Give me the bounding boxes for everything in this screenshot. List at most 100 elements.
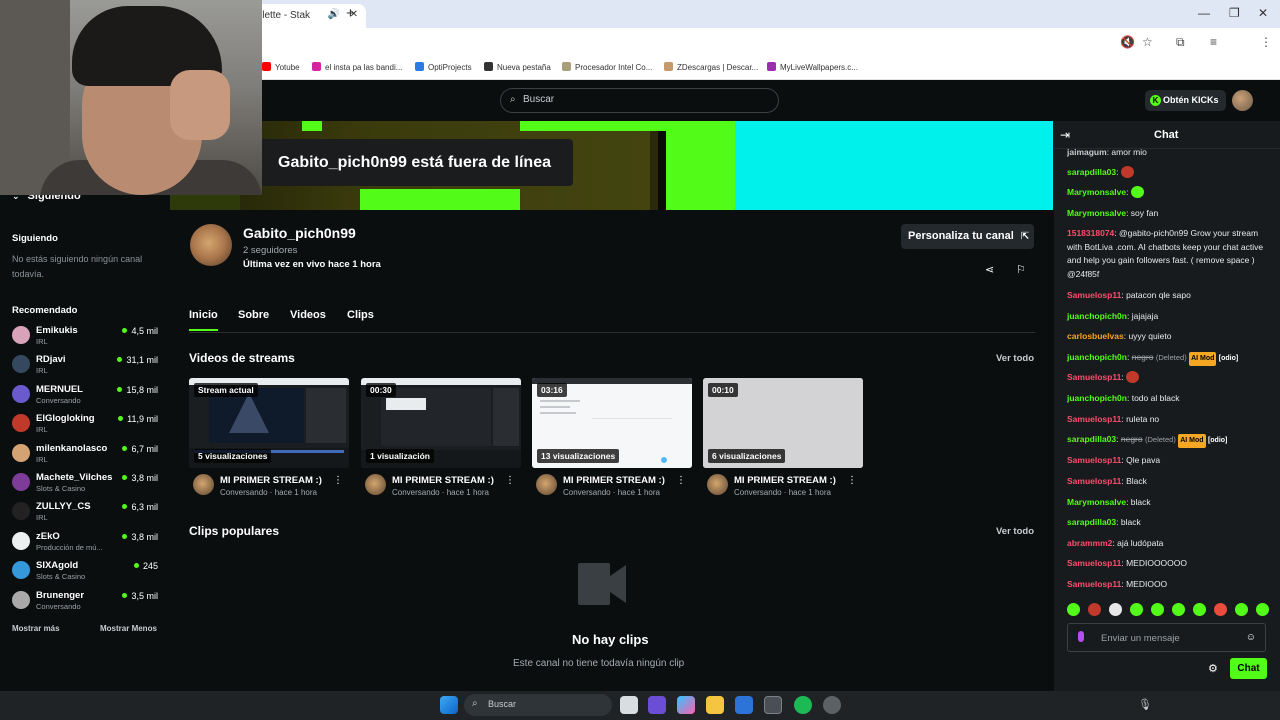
windows-start-icon[interactable] — [440, 696, 458, 714]
chat-username[interactable]: Samuelosp11 — [1067, 579, 1121, 589]
chat-username[interactable]: Marymonsalve — [1067, 187, 1126, 197]
tab-sobre[interactable]: Sobre — [238, 309, 269, 329]
video-thumbnail[interactable]: 03:16 13 visualizaciones — [532, 378, 692, 468]
microphone-icon[interactable] — [1078, 631, 1084, 642]
video-title[interactable]: MI PRIMER STREAM :) — [563, 475, 665, 486]
reading-list-icon[interactable]: ≡ — [1210, 35, 1217, 49]
speaker-icon[interactable]: 🔊 — [328, 9, 340, 20]
emote-icon[interactable] — [1130, 603, 1143, 616]
browser-menu-icon[interactable]: ⋮ — [1260, 35, 1272, 49]
emote-icon[interactable] — [1256, 603, 1269, 616]
recommended-channel[interactable]: ElGlogloking IRL 11,9 mil — [12, 412, 162, 438]
taskbar-search[interactable]: ⌕ Buscar — [464, 694, 612, 716]
recommended-channel[interactable]: Brunenger Conversando 3,5 mil — [12, 589, 162, 615]
chat-username[interactable]: juanchopich0n — [1067, 311, 1127, 321]
chat-username[interactable]: Samuelosp11 — [1067, 372, 1121, 382]
show-less-button[interactable]: Mostrar Menos — [100, 624, 157, 633]
tab-clips[interactable]: Clips — [347, 309, 374, 329]
emote-icon[interactable] — [1235, 603, 1248, 616]
user-avatar[interactable] — [1232, 90, 1253, 111]
recommended-channel[interactable]: RDjavi IRL 31,1 mil — [12, 353, 162, 379]
app-icon[interactable] — [823, 696, 841, 714]
emote-icon[interactable] — [1151, 603, 1164, 616]
more-options-icon[interactable]: ⋮ — [847, 475, 857, 486]
video-channel-avatar[interactable] — [707, 474, 728, 495]
get-kicks-button[interactable]: K Obtén KICKs — [1145, 90, 1226, 111]
chat-username[interactable]: abrammm2 — [1067, 538, 1112, 548]
share-icon[interactable]: ⋖ — [985, 263, 994, 276]
chat-send-button[interactable]: Chat — [1230, 658, 1267, 679]
tab-inicio[interactable]: Inicio — [189, 309, 218, 331]
task-view-icon[interactable] — [620, 696, 638, 714]
minimize-icon[interactable]: — — [1198, 6, 1210, 20]
extensions-icon[interactable]: ⧉ — [1176, 35, 1185, 50]
widgets-icon[interactable] — [648, 696, 666, 714]
video-channel-avatar[interactable] — [193, 474, 214, 495]
chat-username[interactable]: Marymonsalve — [1067, 497, 1126, 507]
bookmark-item[interactable]: Nueva pestaña — [484, 62, 551, 72]
microsoft-store-icon[interactable] — [735, 696, 753, 714]
chat-username[interactable]: Samuelosp11 — [1067, 455, 1121, 465]
customize-channel-button[interactable]: Personaliza tu canal ⇱ — [901, 224, 1034, 249]
copilot-icon[interactable] — [677, 696, 695, 714]
channel-avatar[interactable] — [190, 224, 232, 266]
report-user-icon[interactable]: ⚐ — [1016, 263, 1026, 276]
emote-icon[interactable] — [1067, 603, 1080, 616]
streams-see-all-link[interactable]: Ver todo — [996, 353, 1034, 364]
video-title[interactable]: MI PRIMER STREAM :) — [734, 475, 836, 486]
video-channel-avatar[interactable] — [365, 474, 386, 495]
recommended-channel[interactable]: SIXAgold Slots & Casino 245 — [12, 559, 162, 585]
chrome-icon[interactable] — [764, 696, 782, 714]
file-explorer-icon[interactable] — [706, 696, 724, 714]
video-channel-avatar[interactable] — [536, 474, 557, 495]
emote-icon[interactable] — [1193, 603, 1206, 616]
chat-username[interactable]: sarapdilla03 — [1067, 167, 1116, 177]
more-options-icon[interactable]: ⋮ — [505, 475, 515, 486]
recommended-channel[interactable]: zEkO Producción de mú... 3,8 mil — [12, 530, 162, 556]
video-thumbnail[interactable]: 00:30 1 visualización — [361, 378, 521, 468]
bookmark-item[interactable]: ZDescargas | Descar... — [664, 62, 758, 72]
emote-icon[interactable] — [1109, 603, 1122, 616]
new-tab-icon[interactable]: + — [346, 5, 355, 22]
chat-settings-gear-icon[interactable]: ⚙ — [1208, 662, 1218, 675]
chat-username[interactable]: juanchopich0n — [1067, 393, 1127, 403]
bookmark-star-icon[interactable]: ☆ — [1142, 35, 1153, 49]
video-thumbnail[interactable]: 00:10 6 visualizaciones — [703, 378, 863, 468]
microphone-tray-icon[interactable]: 🎙 — [1138, 698, 1152, 711]
bookmark-item[interactable]: el insta pa las bandi... — [312, 62, 402, 72]
more-options-icon[interactable]: ⋮ — [676, 475, 686, 486]
more-options-icon[interactable]: ⋮ — [333, 475, 343, 486]
chat-username[interactable]: juanchopich0n — [1067, 352, 1127, 362]
video-card[interactable]: 00:10 6 visualizaciones MI PRIMER STREAM… — [703, 378, 863, 500]
chat-message-input[interactable]: Enviar un mensaje ☺ — [1067, 623, 1266, 652]
recommended-channel[interactable]: ZULLYY_CS IRL 6,3 mil — [12, 500, 162, 526]
recommended-channel[interactable]: Machete_Vilches Slots & Casino 3,8 mil — [12, 471, 162, 497]
recommended-channel[interactable]: MERNUEL Conversando 15,8 mil — [12, 383, 162, 409]
chat-username[interactable]: Samuelosp11 — [1067, 290, 1121, 300]
window-close-icon[interactable]: ✕ — [1258, 6, 1268, 20]
emote-icon[interactable] — [1172, 603, 1185, 616]
emoji-picker-icon[interactable]: ☺ — [1246, 632, 1256, 643]
video-card[interactable]: Stream actual 5 visualizaciones MI PRIME… — [189, 378, 349, 500]
video-thumbnail[interactable]: Stream actual 5 visualizaciones — [189, 378, 349, 468]
emote-icon[interactable] — [1088, 603, 1101, 616]
spotify-icon[interactable] — [794, 696, 812, 714]
video-title[interactable]: MI PRIMER STREAM :) — [220, 475, 322, 486]
chat-username[interactable]: jaimagum — [1067, 147, 1107, 157]
chat-username[interactable]: Marymonsalve — [1067, 208, 1126, 218]
bookmark-item[interactable]: Yotube — [262, 62, 300, 72]
chat-username[interactable]: Samuelosp11 — [1067, 414, 1121, 424]
recommended-channel[interactable]: milenkanolasco IRL 6,7 mil — [12, 442, 162, 468]
chat-username[interactable]: Samuelosp11 — [1067, 558, 1121, 568]
bookmark-item[interactable]: OptiProjects — [415, 62, 472, 72]
bookmark-item[interactable]: MyLiveWallpapers.c... — [767, 62, 858, 72]
bookmark-item[interactable]: Procesador Intel Co... — [562, 62, 652, 72]
chat-username[interactable]: carlosbuelvas — [1067, 331, 1124, 341]
chat-username[interactable]: 1518318074 — [1067, 228, 1114, 238]
video-title[interactable]: MI PRIMER STREAM :) — [392, 475, 494, 486]
show-more-button[interactable]: Mostrar más — [12, 624, 60, 633]
clips-see-all-link[interactable]: Ver todo — [996, 526, 1034, 537]
mute-site-icon[interactable]: 🔇 — [1120, 35, 1135, 49]
maximize-icon[interactable]: ❐ — [1229, 6, 1240, 20]
chat-username[interactable]: sarapdilla03 — [1067, 434, 1116, 444]
